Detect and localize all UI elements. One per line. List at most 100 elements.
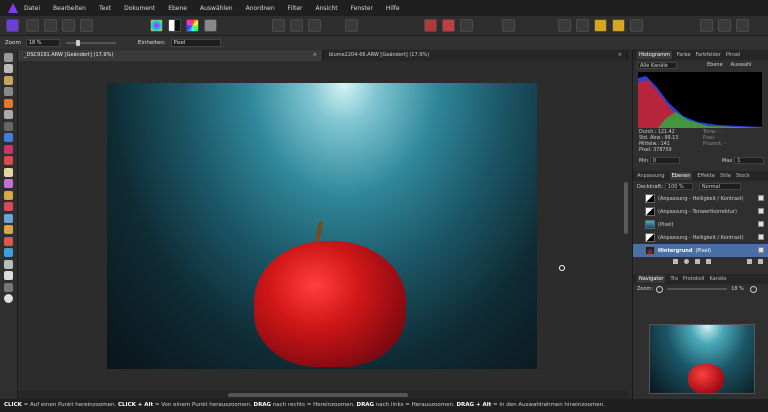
tab-stile[interactable]: Stile <box>720 173 731 179</box>
zoom-slider[interactable] <box>65 39 116 46</box>
align-icon[interactable] <box>630 19 643 32</box>
force-pixel-alignment-icon[interactable] <box>460 19 473 32</box>
menu-auswaehlen[interactable]: Auswählen <box>200 5 233 12</box>
visibility-checkbox[interactable] <box>758 234 764 240</box>
freehand-selection-icon[interactable] <box>290 19 303 32</box>
menu-ansicht[interactable]: Ansicht <box>316 5 338 12</box>
layer-row[interactable]: (Anpassung - Helligkeit / Kontrast) <box>633 192 768 205</box>
live-filter-icon[interactable] <box>695 259 700 264</box>
smudge-brush-tool-icon[interactable] <box>4 225 13 234</box>
zoom-field[interactable]: 18 % <box>25 38 60 47</box>
menu-anordnen[interactable]: Anordnen <box>246 5 275 12</box>
view-mode-icon[interactable] <box>718 19 731 32</box>
move-tool-icon[interactable] <box>4 52 13 62</box>
crop-tool-icon[interactable] <box>4 87 13 96</box>
arrange-backward-icon[interactable] <box>576 19 589 32</box>
canvas-area[interactable] <box>18 61 628 391</box>
mesh-warp-tool-icon[interactable] <box>4 282 13 292</box>
menu-fenster[interactable]: Fenster <box>351 5 373 12</box>
flood-select-tool-icon[interactable] <box>4 110 13 119</box>
auto-contrast-icon[interactable] <box>168 19 181 32</box>
tab-document-2[interactable]: blume2204-66.ARW [Geändert] (17.9%) × <box>323 50 628 61</box>
menu-datei[interactable]: Datei <box>24 5 40 12</box>
marquee-tool-icon[interactable] <box>4 121 13 131</box>
arrange-forward-icon[interactable] <box>594 19 607 32</box>
menu-text[interactable]: Text <box>99 5 111 12</box>
assistant-icon[interactable] <box>424 19 437 32</box>
develop-persona-icon[interactable] <box>44 19 57 32</box>
tone-mapping-persona-icon[interactable] <box>62 19 75 32</box>
visibility-checkbox[interactable] <box>758 195 764 201</box>
mask-icon[interactable] <box>706 259 711 264</box>
arrange-front-icon[interactable] <box>612 19 625 32</box>
transform-icon[interactable] <box>502 19 515 32</box>
shape-tool-icon[interactable] <box>4 248 13 257</box>
app-logo-icon[interactable] <box>8 3 18 13</box>
tab-protokoll[interactable]: Protokoll <box>683 276 705 282</box>
navigator-zoom-value[interactable]: 18 % <box>731 286 744 292</box>
menu-dokument[interactable]: Dokument <box>124 5 155 12</box>
view-tool-icon[interactable] <box>4 64 13 73</box>
horizontal-scrollbar[interactable] <box>18 391 628 399</box>
text-tool-icon[interactable] <box>4 271 13 280</box>
layer-options-icon[interactable] <box>673 259 678 264</box>
tab-effekte[interactable]: Effekte <box>697 173 715 179</box>
layer-row[interactable]: (Pixel) <box>633 218 768 231</box>
tab-transform[interactable]: Tra <box>670 276 677 282</box>
paint-brush-tool-icon[interactable] <box>4 156 13 165</box>
tab-ebenen[interactable]: Ebenen <box>669 172 693 180</box>
clone-brush-tool-icon[interactable] <box>4 190 13 200</box>
zoom-out-icon[interactable] <box>656 285 664 293</box>
adjustment-icon[interactable] <box>684 259 689 264</box>
close-icon[interactable]: × <box>313 50 317 61</box>
layer-checkbox-label[interactable]: Ebene <box>707 62 723 68</box>
liquify-persona-icon[interactable] <box>26 19 39 32</box>
delete-layer-icon[interactable] <box>758 259 763 264</box>
auto-white-balance-icon[interactable] <box>204 19 217 32</box>
layer-row[interactable]: (Anpassung - Helligkeit / Kontrast) <box>633 231 768 244</box>
dodge-brush-tool-icon[interactable] <box>4 179 13 188</box>
mask-mode-icon[interactable] <box>308 19 321 32</box>
add-layer-icon[interactable] <box>747 259 752 264</box>
flood-fill-tool-icon[interactable] <box>4 133 13 142</box>
channel-select[interactable]: Alle Kanäle <box>637 61 677 69</box>
marquee-selection-icon[interactable] <box>272 19 285 32</box>
layer-row[interactable]: (Anpassung - Tonwertkorrektur) <box>633 205 768 218</box>
tab-anpassung[interactable]: Anpassung <box>637 173 665 179</box>
document-image[interactable] <box>107 83 537 369</box>
navigator-zoom-slider[interactable] <box>667 288 728 290</box>
navigator-preview[interactable] <box>649 324 755 394</box>
arrange-back-icon[interactable] <box>558 19 571 32</box>
visibility-checkbox[interactable] <box>758 208 764 214</box>
visibility-checkbox[interactable] <box>758 221 764 227</box>
erase-brush-tool-icon[interactable] <box>4 167 13 177</box>
selection-checkbox-label[interactable]: Auswahl <box>731 62 752 68</box>
units-select[interactable]: Pixel <box>170 38 221 47</box>
zoom-in-icon[interactable] <box>749 285 757 293</box>
max-field[interactable]: 1 <box>734 157 765 164</box>
view-zoom-icon[interactable] <box>700 19 713 32</box>
menu-filter[interactable]: Filter <box>288 5 303 12</box>
tab-pinsel[interactable]: Pinsel <box>726 52 741 58</box>
opacity-field[interactable]: 100 % <box>664 183 693 190</box>
menu-bearbeiten[interactable]: Bearbeiten <box>53 5 86 12</box>
visibility-checkbox[interactable] <box>758 247 764 253</box>
export-persona-icon[interactable] <box>80 19 93 32</box>
auto-levels-icon[interactable] <box>150 19 163 32</box>
tab-navigator[interactable]: Navigator <box>637 275 666 283</box>
gradient-tool-icon[interactable] <box>4 144 13 154</box>
selection-brush-tool-icon[interactable] <box>4 98 13 108</box>
blend-mode-select[interactable]: Normal <box>698 183 741 190</box>
blur-brush-tool-icon[interactable] <box>4 213 13 223</box>
quick-mask-icon[interactable] <box>442 19 455 32</box>
zoom-slider-knob[interactable] <box>75 39 80 46</box>
tab-kanaele[interactable]: Kanäle <box>709 276 726 282</box>
photo-persona-icon[interactable] <box>6 19 19 32</box>
healing-brush-tool-icon[interactable] <box>4 236 13 246</box>
vertical-scrollbar[interactable] <box>624 182 628 234</box>
layer-row-selected[interactable]: Hintergrund (Pixel) <box>633 244 768 257</box>
tab-stock[interactable]: Stock <box>736 173 750 179</box>
menu-ebene[interactable]: Ebene <box>168 5 187 12</box>
menu-hilfe[interactable]: Hilfe <box>386 5 400 12</box>
view-split-icon[interactable] <box>736 19 749 32</box>
